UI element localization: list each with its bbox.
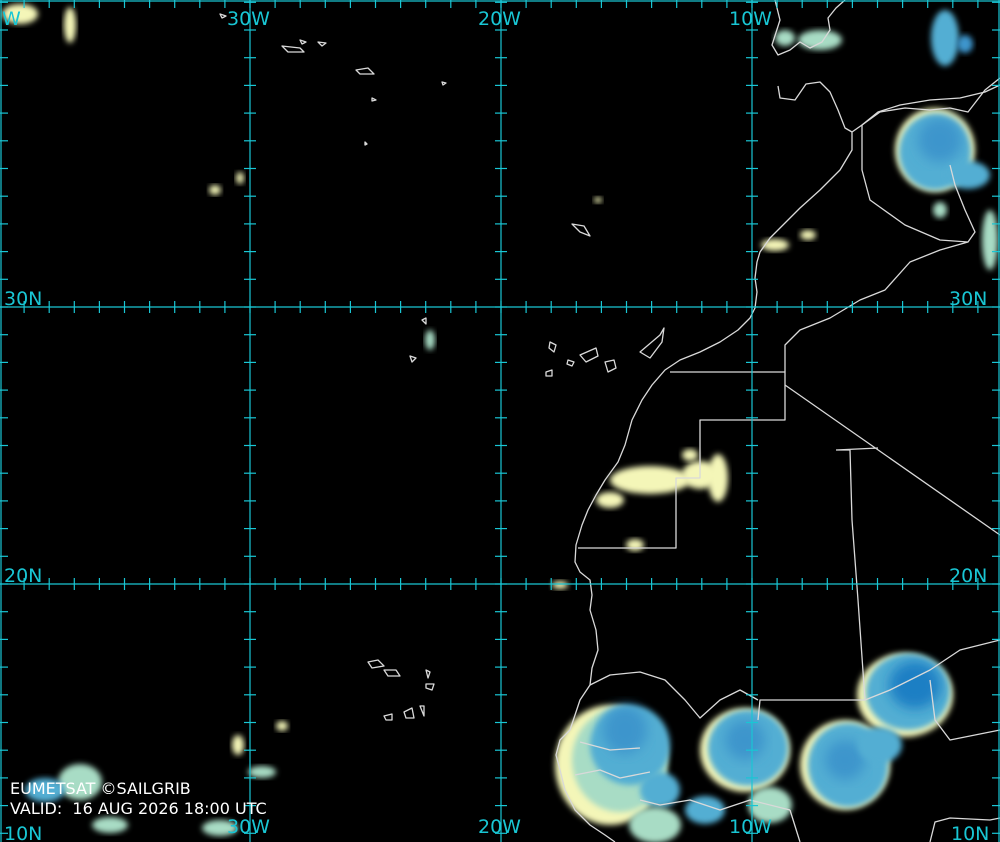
credit-valid-time: VALID: 16 AUG 2026 18:00 UTC (10, 799, 267, 818)
label-lat-20n-left: 20N (4, 565, 42, 587)
valid-label: VALID: (10, 799, 63, 818)
label-lon-20w-bottom: 20W (478, 816, 521, 838)
label-lon-top-left-edge: W (2, 8, 21, 30)
label-lon-10w-top: 10W (729, 8, 772, 30)
credit-source: EUMETSAT ©SAILGRIB (10, 779, 191, 798)
label-lon-10w-bottom: 10W (729, 816, 772, 838)
label-lat-20n-right: 20N (949, 565, 987, 587)
label-lat-30n-left: 30N (4, 288, 42, 310)
label-lon-30w-bottom: 30W (227, 816, 270, 838)
label-lat-10n-bottom-left: 10N (4, 823, 42, 842)
valid-time-value: 16 AUG 2026 18:00 UTC (72, 799, 267, 818)
label-lat-30n-right: 30N (949, 288, 987, 310)
map-background (0, 0, 1000, 842)
label-lat-10n-bottom-right: 10N (951, 823, 989, 842)
label-lon-20w-top: 20W (478, 8, 521, 30)
label-lon-30w-top: 30W (227, 8, 270, 30)
satellite-map: 30W 20W 10W 30W 20W 10W W 30N 30N 20N 20… (0, 0, 1000, 842)
